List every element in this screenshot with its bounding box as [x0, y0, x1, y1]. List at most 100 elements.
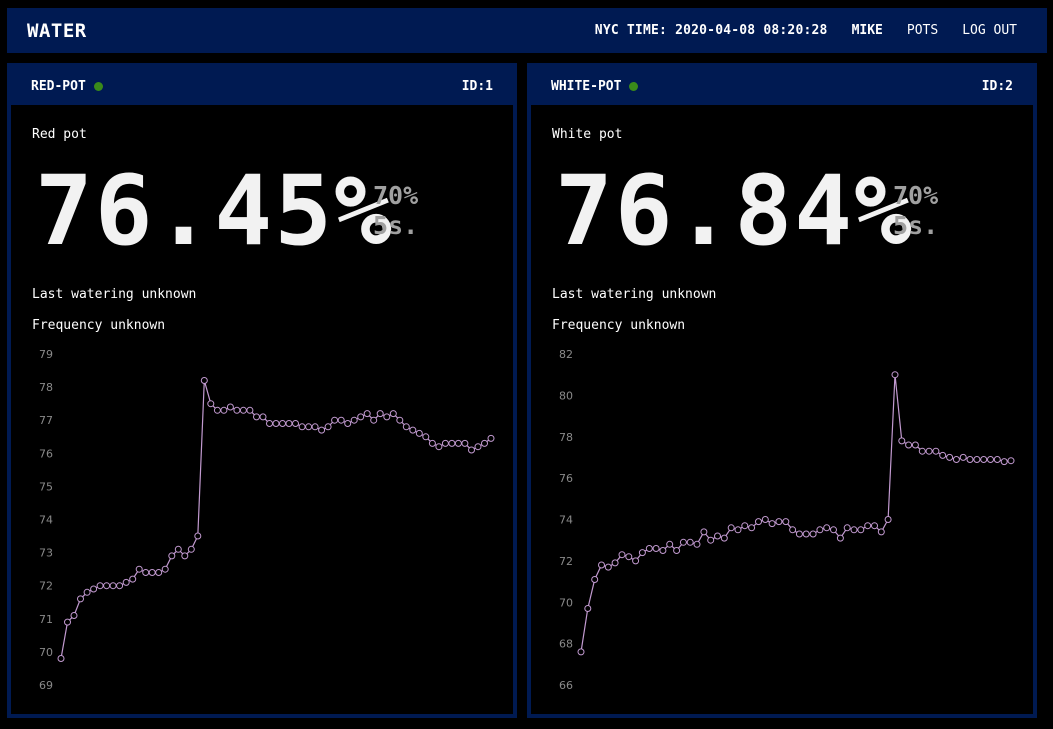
data-point[interactable]: [782, 518, 790, 526]
data-point[interactable]: [415, 429, 423, 437]
data-point[interactable]: [720, 534, 728, 542]
data-point[interactable]: [155, 569, 163, 576]
data-point[interactable]: [836, 534, 844, 542]
data-point[interactable]: [823, 524, 831, 532]
data-point[interactable]: [239, 406, 247, 414]
data-point[interactable]: [727, 524, 735, 532]
data-point[interactable]: [168, 552, 176, 560]
data-point[interactable]: [598, 561, 605, 569]
data-point[interactable]: [843, 524, 851, 532]
data-point[interactable]: [652, 545, 660, 552]
data-point[interactable]: [194, 532, 202, 540]
data-point[interactable]: [161, 565, 169, 573]
data-point[interactable]: [337, 416, 345, 424]
data-point[interactable]: [311, 423, 319, 431]
data-point[interactable]: [122, 578, 130, 586]
data-point[interactable]: [226, 403, 234, 411]
data-point[interactable]: [422, 433, 430, 441]
data-point[interactable]: [591, 576, 599, 583]
data-point[interactable]: [428, 439, 436, 447]
data-point[interactable]: [932, 447, 940, 455]
data-point[interactable]: [809, 530, 817, 538]
data-point[interactable]: [857, 526, 865, 534]
data-point[interactable]: [604, 563, 612, 571]
data-point[interactable]: [632, 557, 640, 565]
data-point[interactable]: [292, 420, 299, 427]
data-point[interactable]: [973, 456, 981, 463]
data-point[interactable]: [246, 406, 254, 414]
pot-name-label[interactable]: WHITE-POT: [551, 79, 621, 94]
data-point[interactable]: [409, 426, 417, 434]
data-point[interactable]: [481, 439, 488, 447]
data-point[interactable]: [396, 416, 404, 424]
data-point[interactable]: [611, 559, 619, 567]
data-point[interactable]: [318, 426, 326, 434]
data-point[interactable]: [741, 522, 749, 530]
data-point[interactable]: [272, 420, 280, 427]
data-point[interactable]: [487, 434, 495, 442]
data-point[interactable]: [830, 526, 837, 534]
data-point[interactable]: [877, 528, 885, 536]
data-point[interactable]: [266, 420, 273, 427]
data-point[interactable]: [220, 406, 228, 414]
data-point[interactable]: [1007, 457, 1015, 465]
data-point[interactable]: [584, 605, 592, 612]
data-point[interactable]: [77, 595, 84, 603]
data-point[interactable]: [142, 569, 150, 576]
data-point[interactable]: [952, 456, 960, 463]
data-point[interactable]: [344, 420, 352, 427]
app-title[interactable]: WATER: [27, 20, 87, 42]
data-point[interactable]: [331, 416, 339, 424]
data-point[interactable]: [370, 416, 378, 424]
data-point[interactable]: [109, 582, 117, 590]
data-point[interactable]: [789, 526, 797, 534]
data-point[interactable]: [802, 530, 810, 538]
data-point[interactable]: [298, 423, 306, 431]
data-point[interactable]: [448, 439, 456, 447]
data-point[interactable]: [775, 518, 783, 526]
data-point[interactable]: [816, 526, 824, 534]
data-point[interactable]: [233, 406, 241, 414]
data-point[interactable]: [259, 413, 267, 421]
data-point[interactable]: [461, 439, 469, 447]
data-point[interactable]: [174, 545, 182, 553]
data-point[interactable]: [987, 456, 994, 463]
data-point[interactable]: [383, 413, 391, 421]
data-point[interactable]: [761, 516, 769, 523]
data-point[interactable]: [103, 582, 111, 590]
data-point[interactable]: [898, 437, 906, 445]
data-point[interactable]: [925, 447, 933, 455]
data-point[interactable]: [734, 526, 742, 534]
data-point[interactable]: [285, 420, 293, 427]
data-point[interactable]: [939, 451, 947, 459]
data-point[interactable]: [666, 540, 674, 548]
data-point[interactable]: [468, 446, 475, 454]
data-point[interactable]: [357, 413, 365, 421]
data-point[interactable]: [350, 416, 358, 424]
data-point[interactable]: [645, 545, 653, 552]
data-point[interactable]: [435, 443, 443, 451]
data-point[interactable]: [135, 565, 143, 573]
data-point[interactable]: [577, 648, 585, 656]
data-point[interactable]: [850, 526, 858, 534]
logout-link[interactable]: LOG OUT: [962, 23, 1017, 38]
data-point[interactable]: [918, 447, 926, 455]
data-point[interactable]: [966, 456, 974, 463]
data-point[interactable]: [959, 453, 967, 461]
data-point[interactable]: [714, 532, 721, 540]
data-point[interactable]: [693, 540, 701, 548]
data-point[interactable]: [768, 520, 776, 528]
data-point[interactable]: [679, 538, 687, 546]
data-point[interactable]: [659, 547, 667, 554]
data-point[interactable]: [57, 655, 65, 662]
data-point[interactable]: [441, 439, 449, 447]
data-point[interactable]: [686, 538, 694, 546]
data-point[interactable]: [402, 423, 410, 431]
data-point[interactable]: [673, 547, 681, 554]
data-point[interactable]: [187, 545, 195, 553]
data-point[interactable]: [200, 377, 208, 384]
data-point[interactable]: [324, 423, 332, 431]
data-point[interactable]: [64, 618, 71, 626]
data-point[interactable]: [911, 441, 919, 449]
data-point[interactable]: [864, 522, 872, 530]
